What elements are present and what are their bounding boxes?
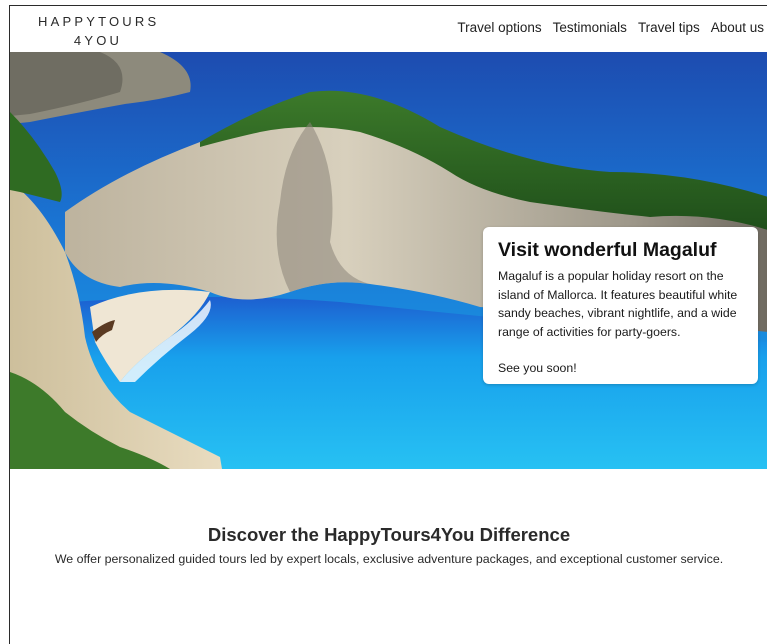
destination-signoff: See you soon!	[498, 361, 577, 375]
page-frame: HAPPYTOURS 4YOU Travel options Testimoni…	[9, 5, 767, 644]
nav-travel-tips[interactable]: Travel tips	[638, 20, 700, 35]
discover-section: Discover the HappyTours4You Difference W…	[10, 523, 767, 567]
nav-about-us[interactable]: About us	[711, 20, 764, 35]
discover-text: We offer personalized guided tours led b…	[54, 552, 724, 566]
discover-title: Discover the HappyTours4You Difference	[207, 524, 571, 545]
nav-travel-options[interactable]: Travel options	[457, 20, 541, 35]
logo-line-2: 4YOU	[73, 33, 123, 48]
site-header: HAPPYTOURS 4YOU Travel options Testimoni…	[10, 6, 767, 52]
destination-card: Visit wonderful Magaluf Magaluf is a pop…	[483, 227, 758, 384]
destination-description: Magaluf is a popular holiday resort on t…	[498, 269, 738, 339]
hero-banner: Visit wonderful Magaluf Magaluf is a pop…	[10, 52, 767, 469]
destination-title: Visit wonderful Magaluf	[498, 239, 717, 261]
main-nav: Travel options Testimonials Travel tips …	[457, 20, 764, 35]
site-logo[interactable]: HAPPYTOURS 4YOU	[38, 12, 158, 50]
nav-testimonials[interactable]: Testimonials	[553, 20, 627, 35]
logo-line-1: HAPPYTOURS	[38, 14, 160, 29]
